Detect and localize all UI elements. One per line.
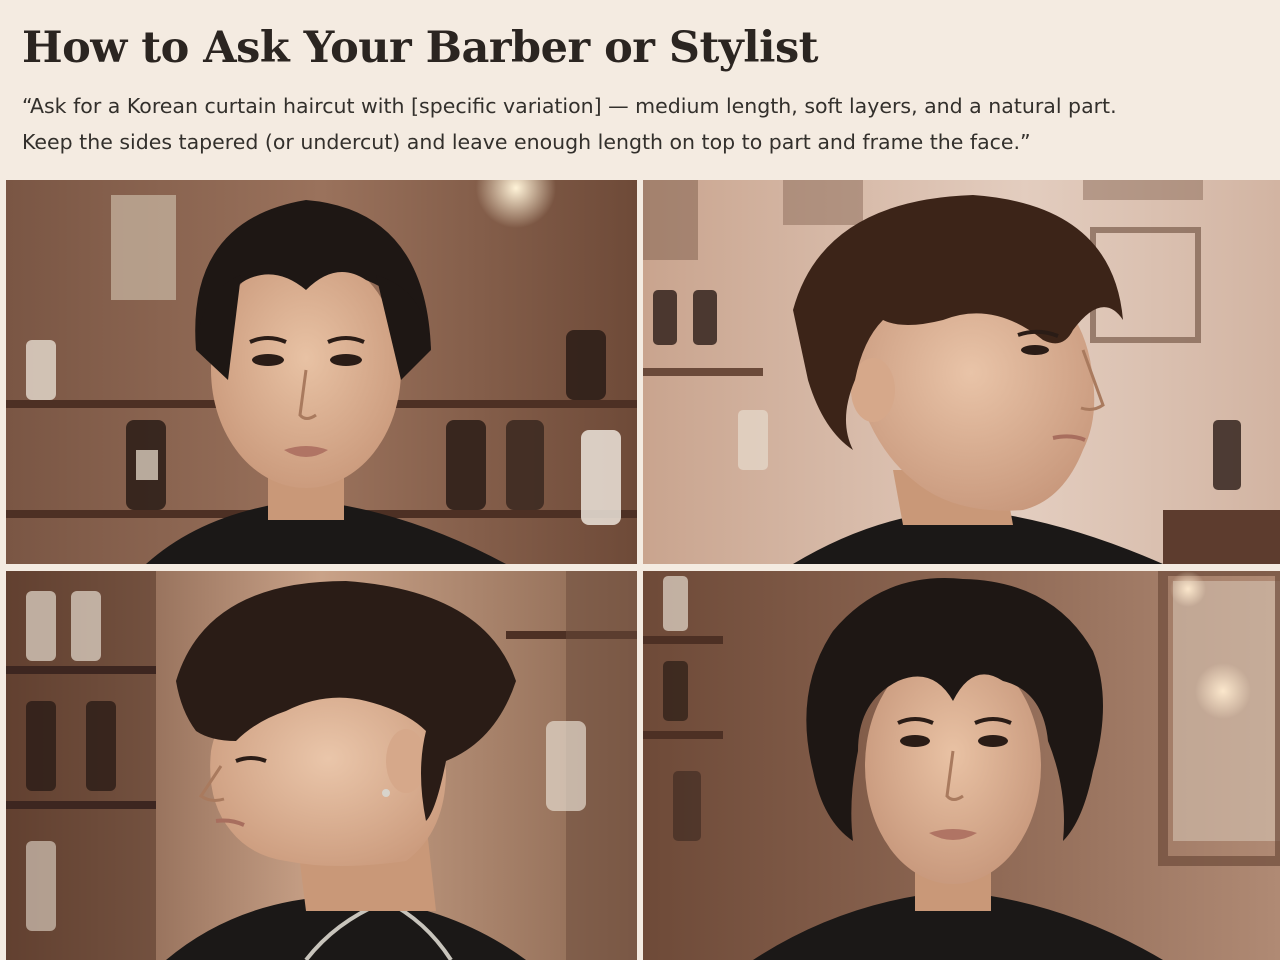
instruction-quote-line-2: Keep the sides tapered (or undercut) and… (22, 130, 1031, 154)
haircut-photo-side-2 (6, 571, 637, 960)
photo-grid (4, 178, 1280, 960)
instruction-quote-line-1: “Ask for a Korean curtain haircut with [… (22, 94, 1117, 118)
haircut-photo-side-1 (643, 180, 1280, 564)
header: How to Ask Your Barber or Stylist “Ask f… (0, 0, 1280, 178)
page-title: How to Ask Your Barber or Stylist (22, 23, 819, 73)
haircut-photo-front-1 (6, 180, 637, 564)
haircut-photo-front-2 (643, 571, 1280, 960)
